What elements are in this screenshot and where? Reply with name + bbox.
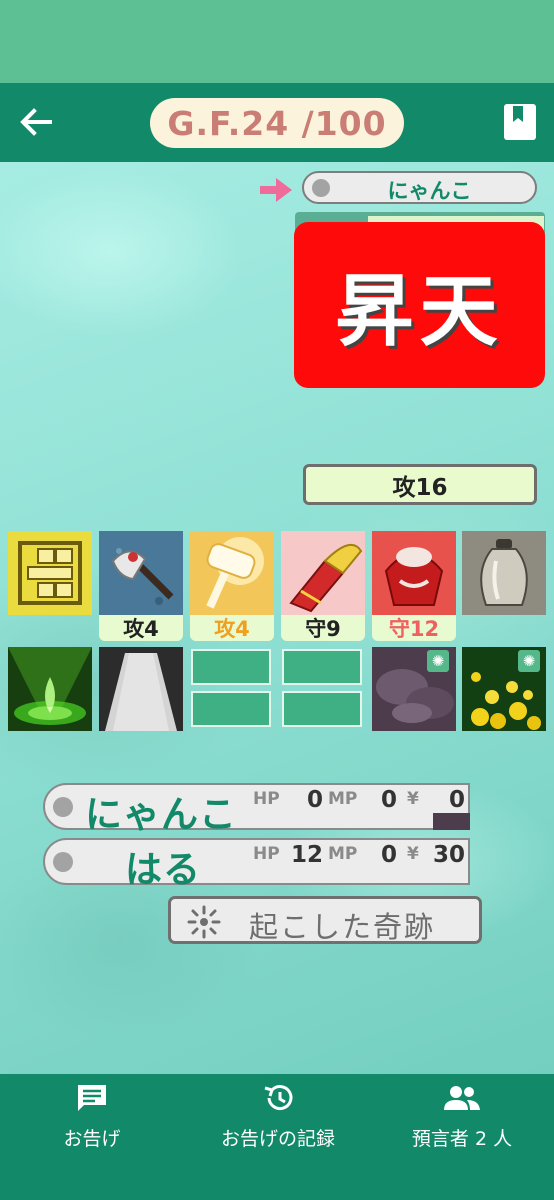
card-stat: 攻4 [99,615,183,641]
golden-hammer-icon [190,531,274,615]
hp-label: HP [253,844,280,864]
mp-label: MP [328,789,358,809]
battle-axe-icon [99,531,183,615]
status-dot [53,797,73,817]
people-icon [444,1086,480,1110]
grid-block-icon [8,531,92,615]
tab-oracle[interactable]: お告げ [40,1080,144,1150]
empty-card-slot[interactable] [282,691,362,727]
mp-value: 0 [380,842,397,868]
card-green-flame[interactable] [8,647,92,731]
stone-path-icon [99,647,183,731]
stat-label: 攻4 [214,617,250,641]
card-battle-axe[interactable] [99,531,183,615]
card-red-armor[interactable] [372,531,456,615]
hp-value: 12 [290,842,323,868]
miracles-button-label: 起こした奇跡 [249,910,436,944]
player-row[interactable]: にゃんこ HP 0 MP 0 ¥ 0 [43,783,470,836]
tab-prophets[interactable]: 預言者 2 人 [392,1080,532,1150]
card-golden-hammer[interactable] [190,531,274,615]
card-stat: 攻4 [190,615,274,641]
sparkle-icon: ✺ [427,650,449,672]
card-grid-block[interactable] [8,531,92,615]
card-stone-path[interactable] [99,647,183,731]
bookmark-button[interactable] [500,100,540,144]
opponent-name: にゃんこ [387,179,472,203]
arrow-left-icon [20,108,52,136]
player-name: にゃんこ [85,793,237,836]
sparkle-icon: ✺ [518,650,540,672]
tab-oracle-label: お告げ [63,1128,121,1150]
mp-label: MP [328,844,358,864]
history-icon [264,1085,293,1111]
status-dot [53,852,73,872]
stat-label: 守12 [388,617,440,641]
bookmark-icon [504,104,536,140]
status-bar-area [0,0,554,83]
gauntlet-icon [281,531,365,615]
hp-label: HP [253,789,280,809]
green-flame-icon [8,647,92,731]
card-gauntlet[interactable] [281,531,365,615]
ascension-banner: 昇天 [294,222,545,388]
back-button[interactable] [14,100,58,144]
attack-total: 攻16 [303,464,537,505]
opponent-name-pill[interactable]: にゃんこ [302,171,537,204]
stat-label: 守9 [305,617,341,641]
gf-counter: G.F.24 /100 [150,98,404,148]
stat-label: 攻4 [123,617,159,641]
card-urn[interactable] [462,531,546,615]
yen-value: 30 [432,842,465,868]
urn-icon [462,531,546,615]
yen-value: 0 [448,787,465,813]
player-card-thumb [433,813,470,830]
message-icon [78,1085,106,1111]
empty-card-slot[interactable] [191,691,271,727]
empty-card-slot[interactable] [191,649,271,685]
hp-value: 0 [306,787,323,813]
miracles-button[interactable]: 起こした奇跡 [168,896,482,944]
tab-prophets-label: 預言者 2 人 [411,1128,513,1150]
tab-oracle-history-label: お告げの記録 [220,1128,335,1150]
red-armor-icon [372,531,456,615]
yen-label: ¥ [407,789,419,809]
turn-arrow-icon [260,178,292,202]
yen-label: ¥ [407,844,419,864]
player-row[interactable]: はる HP 12 MP 0 ¥ 30 [43,838,470,891]
tab-oracle-history[interactable]: お告げの記録 [200,1080,356,1150]
sparkle-icon [187,905,221,939]
card-stat: 守12 [372,615,456,641]
empty-card-slot[interactable] [282,649,362,685]
player-name: はる [125,848,201,891]
mp-value: 0 [380,787,397,813]
status-dot [312,179,330,197]
card-stat: 守9 [281,615,365,641]
